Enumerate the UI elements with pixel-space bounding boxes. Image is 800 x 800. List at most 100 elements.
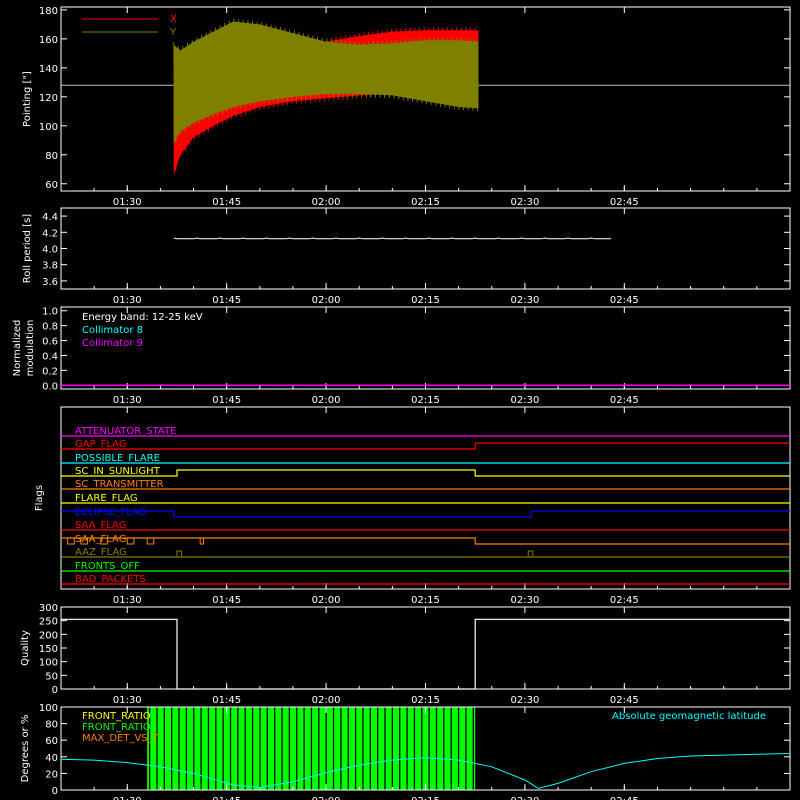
quality-panel: 01:30 01:45 02:00 02:15 02:30 02:45 0 50 100 150 2… (20, 603, 791, 706)
flag-saa-blip (126, 538, 135, 545)
modulation-legend-2: Collimator 9 (82, 338, 143, 349)
flags-ylabel: Flags (34, 485, 45, 511)
modulation-xtick-label: 02:00 (312, 395, 341, 406)
front_ratio-xtick-label: 02:15 (411, 796, 440, 800)
roll-xtick-label: 01:45 (212, 295, 241, 306)
pointing-legend-label-X: X (170, 14, 177, 25)
quality-ytick-label: 300 (39, 603, 58, 614)
pointing-ytick-label: 160 (39, 35, 58, 46)
modulation-panel: 01:30 01:45 02:00 02:15 02:30 02:45 0.0 0.2 0.4 0… (12, 306, 791, 406)
front_ratio-ytick-label: 0 (52, 786, 58, 797)
flag-label-attenuator-state: ATTENUATOR_STATE (75, 426, 176, 437)
front-ratio-legend-0: FRONT_RATIO (82, 711, 151, 722)
pointing-ytick-label: 180 (39, 6, 58, 17)
flag-label-possible-flare: POSSIBLE_FLARE (75, 453, 160, 464)
pointing-xtick-label: 01:45 (212, 197, 241, 208)
modulation-xtick-label: 01:45 (212, 395, 241, 406)
pointing-ylabel: Pointing ["] (22, 71, 33, 127)
pointing-ytick-label: 80 (45, 151, 58, 162)
modulation-ytick-label: 0.4 (42, 351, 58, 362)
modulation-ytick-label: 1.0 (42, 307, 58, 318)
quality-ytick-label: 250 (39, 617, 58, 628)
flag-aaz-spike (527, 550, 534, 557)
flags-xtick-label: 02:15 (411, 595, 440, 606)
pointing-legend-label-Y: Y (169, 27, 177, 38)
roll-xtick-label: 02:45 (610, 295, 639, 306)
front_ratio-ytick-label: 40 (45, 753, 58, 764)
quality-xtick-label: 02:00 (312, 695, 341, 706)
quality-xtick-label: 01:45 (212, 695, 241, 706)
quality-xtick-label: 01:30 (113, 695, 142, 706)
front_ratio-xtick-label: 02:30 (510, 796, 539, 800)
flags-panel: 01:30 01:45 02:00 02:15 02:30 02:45 Flags ATTEN… (34, 406, 791, 606)
modulation-ytick-label: 0.8 (42, 322, 58, 333)
roll-ytick-label: 4.2 (42, 228, 58, 239)
front_ratio-xtick-label: 01:45 (212, 796, 241, 800)
front_ratio-xtick-label: 02:45 (610, 796, 639, 800)
roll-xtick-label: 02:15 (411, 295, 440, 306)
modulation-ylabel-line1: Normalized (12, 320, 23, 377)
roll-ytick-label: 4.0 (42, 245, 58, 256)
front_ratio-ytick-label: 100 (39, 703, 58, 714)
quality-ytick-label: 150 (39, 644, 58, 655)
quality-ytick-label: 100 (39, 658, 58, 669)
quality-ytick-label: 200 (39, 630, 58, 641)
geomagnetic-latitude-annotation: Absolute geomagnetic latitude (612, 711, 766, 722)
flag-label-sc-in-sunlight: SC_IN_SUNLIGHT (75, 466, 161, 477)
roll-xtick-label: 01:30 (113, 295, 142, 306)
front_ratio-xtick-label: 02:00 (312, 796, 341, 800)
quality-ytick-label: 0 (52, 685, 58, 696)
modulation-legend-0: Energy band: 12-25 keV (82, 312, 203, 323)
modulation-xtick-label: 02:45 (610, 395, 639, 406)
flag-saa-blip (199, 538, 204, 545)
flag-line-gap-flag (61, 442, 790, 450)
flag-label-flare-flag: FLARE_FLAG (75, 493, 138, 504)
flag-line-saa-flag (61, 537, 790, 545)
quality-ylabel: Quality (20, 630, 31, 666)
modulation-legend-1: Collimator 8 (82, 325, 143, 336)
modulation-xtick-label: 01:30 (113, 395, 142, 406)
quality-xtick-label: 02:45 (610, 695, 639, 706)
flags-xtick-label: 02:00 (312, 595, 341, 606)
pointing-ytick-label: 60 (45, 180, 58, 191)
flag-label-sc-transmitter: SC_TRANSMITTER (75, 479, 164, 490)
pointing-ytick-label: 100 (39, 122, 58, 133)
pointing-xtick-label: 02:00 (312, 197, 341, 208)
pointing-ytick-label: 120 (39, 93, 58, 104)
flag-label-gap-flag: GAP_FLAG (75, 439, 127, 450)
pointing-xtick-label: 02:45 (610, 197, 639, 208)
modulation-ytick-label: 0.6 (42, 337, 58, 348)
modulation-ytick-label: 0.0 (42, 381, 58, 392)
quality-ytick-label: 50 (45, 671, 58, 682)
roll-panel: 01:30 01:45 02:00 02:15 02:30 02:45 3.6 3.8 4.0 4… (22, 207, 791, 306)
front_ratio-ytick-label: 80 (45, 720, 58, 731)
front_ratio-ytick-label: 20 (45, 769, 58, 780)
front_ratio-ytick-label: 60 (45, 736, 58, 747)
flag-label-saa-flag: SAA_FLAG (75, 520, 126, 531)
modulation-ylabel-line2: modulation (25, 320, 36, 377)
roll-ytick-label: 4.4 (42, 212, 58, 223)
quality-line (61, 618, 790, 690)
pointing-xtick-label: 01:30 (113, 197, 142, 208)
flag-line-sc-in-sunlight (61, 469, 790, 477)
front-ratio-legend-1: FRONT_RATIO_ (82, 722, 157, 733)
flag-saa-blip (67, 538, 75, 545)
pointing-xtick-label: 02:15 (411, 197, 440, 208)
front_ratio-ylabel: Degrees or % (20, 715, 31, 783)
flag-line-eclipse-flag (61, 510, 790, 518)
front-ratio-legend-2: MAX_DET_VS_T (82, 733, 160, 744)
pointing-xtick-label: 02:30 (510, 197, 539, 208)
roll-frame (60, 207, 791, 290)
flag-label-fronts-off: FRONTS_OFF (75, 561, 140, 572)
rhessi-quicklook-figure: 01:30 01:45 02:00 02:15 02:30 02:45 60 80 100 120… (12, 6, 791, 800)
flags-xtick-label: 02:30 (510, 595, 539, 606)
roll-xtick-label: 02:00 (312, 295, 341, 306)
pointing-panel: 01:30 01:45 02:00 02:15 02:30 02:45 60 80 100 120… (22, 6, 791, 208)
roll-xtick-label: 02:30 (510, 295, 539, 306)
pointing-ytick-label: 140 (39, 64, 58, 75)
flags-xtick-label: 02:45 (610, 595, 639, 606)
flag-saa-blip (146, 538, 155, 545)
flag-label-aaz-flag: AAZ_FLAG (75, 547, 127, 558)
modulation-xtick-label: 02:15 (411, 395, 440, 406)
front_ratio-xtick-label: 01:30 (113, 796, 142, 800)
